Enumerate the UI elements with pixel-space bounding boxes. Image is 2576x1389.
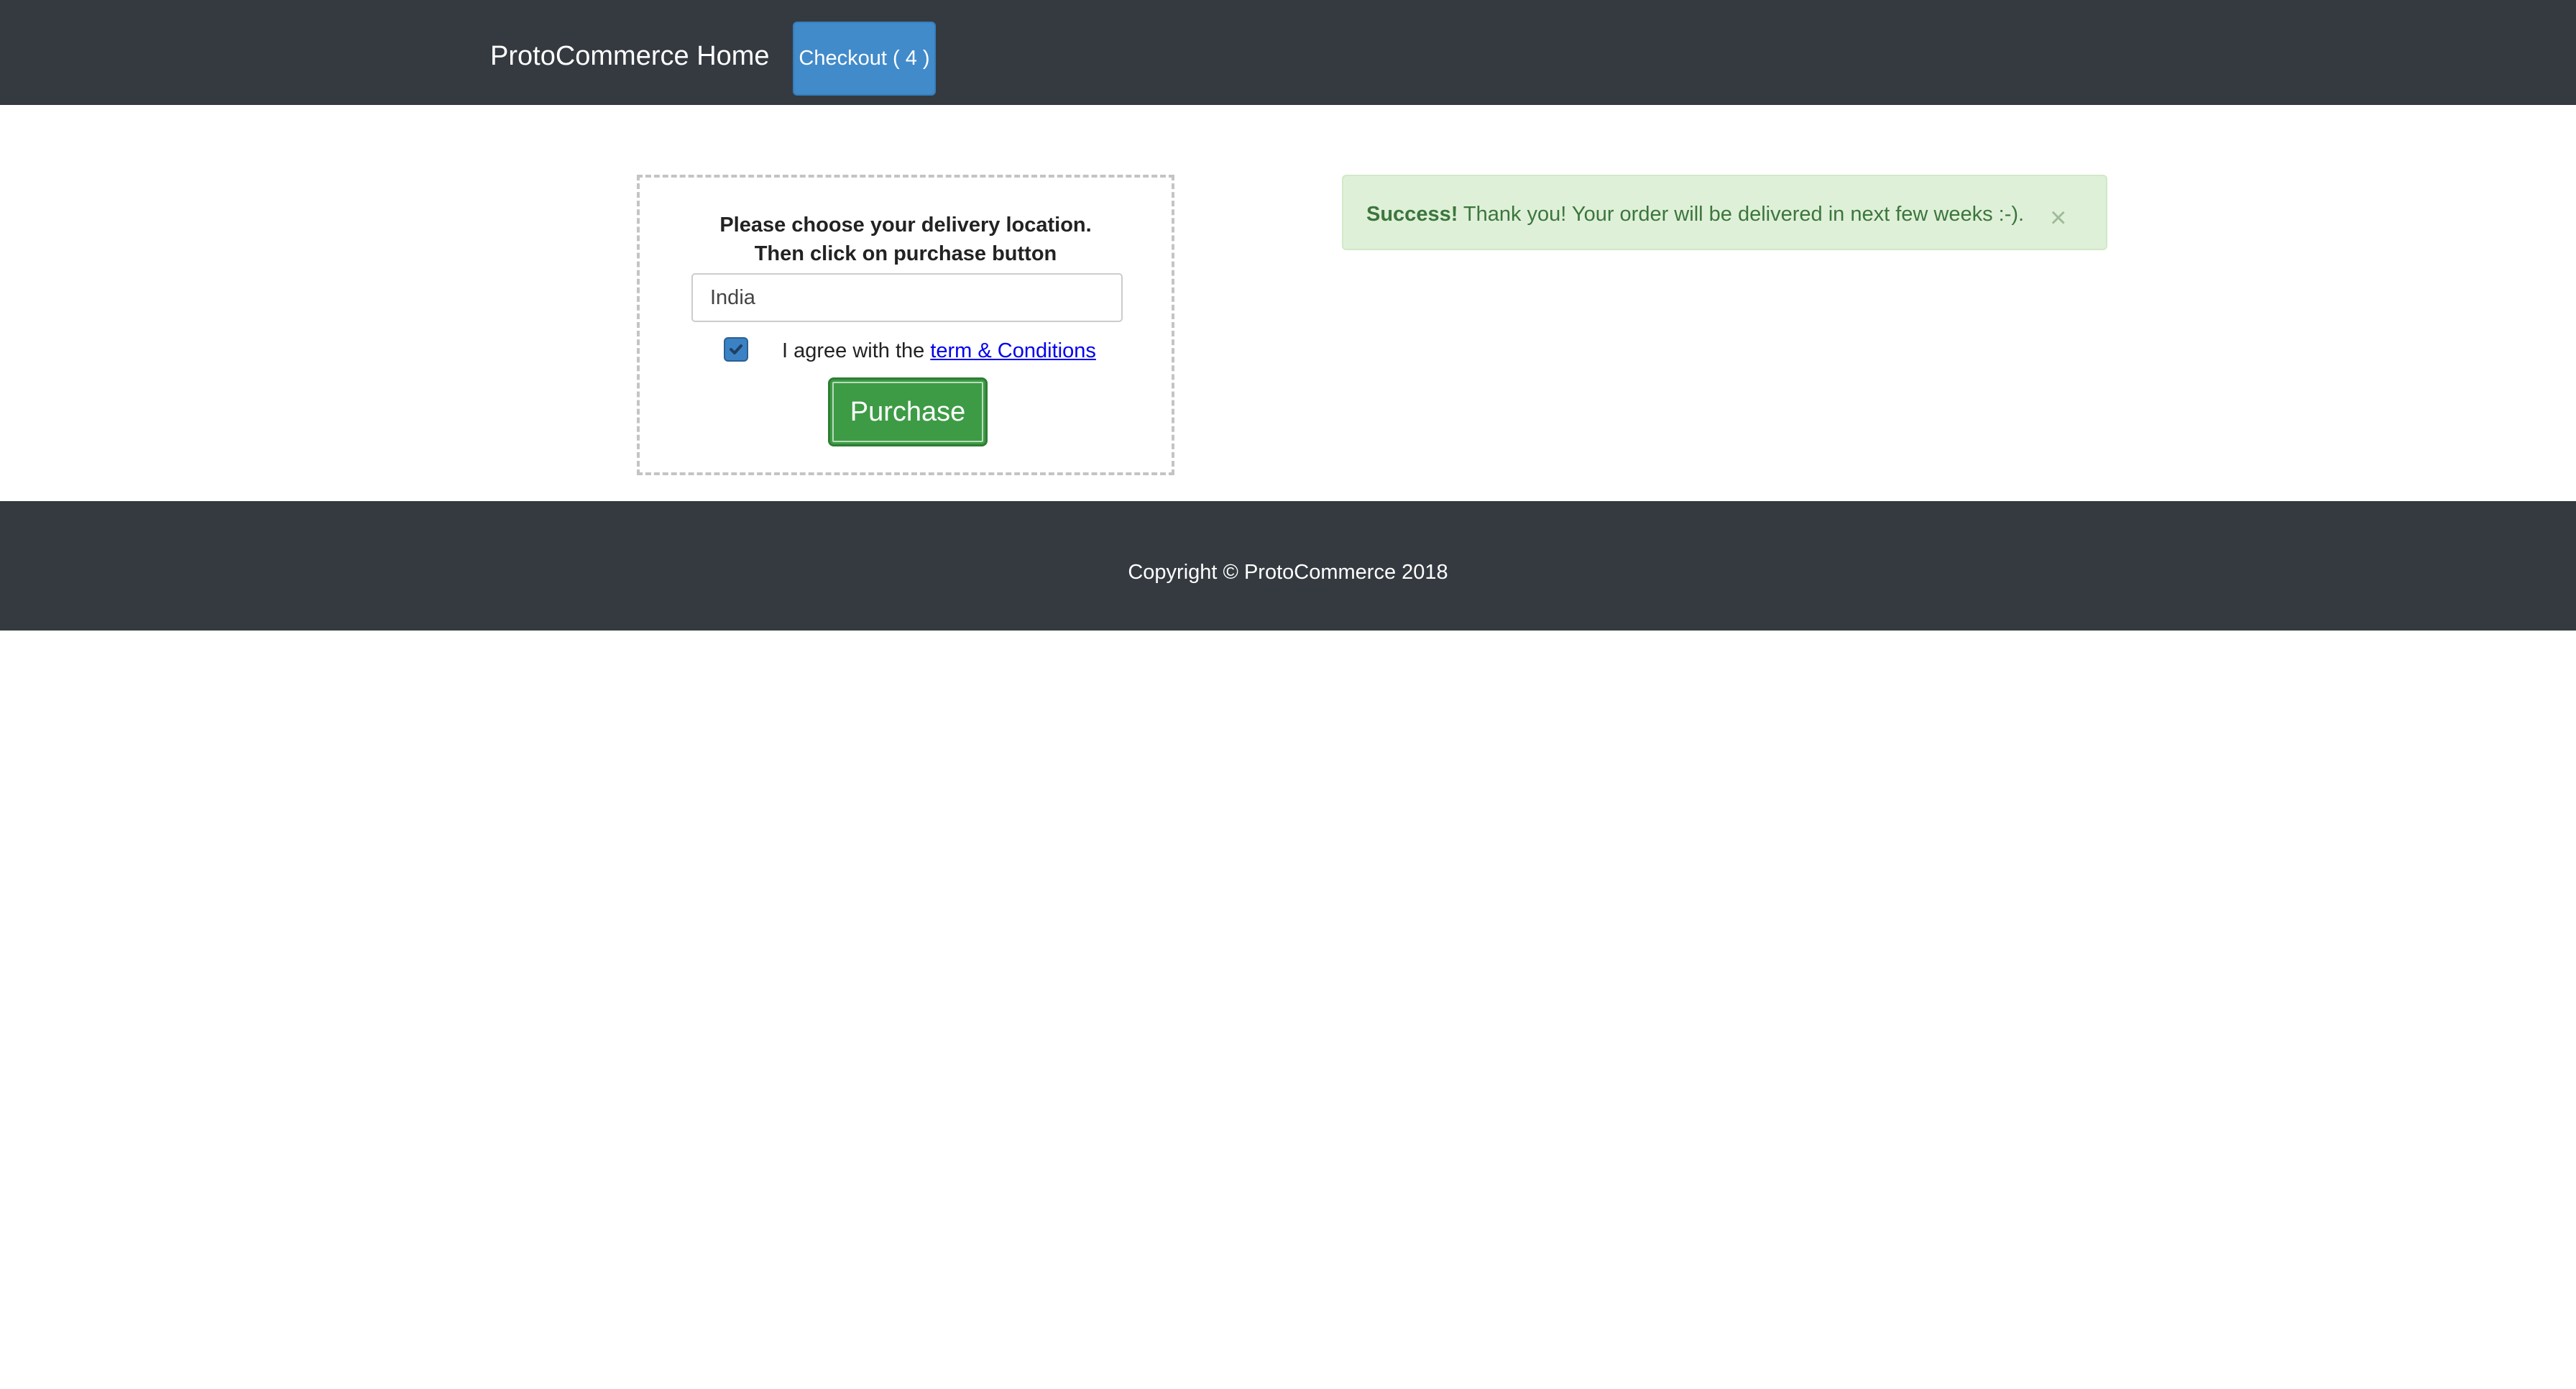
alert-message: Success! Thank you! Your order will be d… xyxy=(1366,201,2024,227)
close-icon[interactable]: × xyxy=(2050,203,2066,232)
purchase-button[interactable]: Purchase xyxy=(828,377,988,446)
footer-copyright: Copyright © ProtoCommerce 2018 xyxy=(1128,561,1448,584)
agree-label: I agree with the term & Conditions xyxy=(782,337,1096,365)
alert-strong: Success! xyxy=(1366,203,1458,226)
country-input[interactable] xyxy=(691,273,1123,322)
alert-text: Thank you! Your order will be delivered … xyxy=(1458,203,2025,226)
delivery-form: Please choose your delivery location. Th… xyxy=(637,175,1174,475)
terms-checkbox[interactable] xyxy=(724,337,748,362)
form-heading-line2: Then click on purchase button xyxy=(754,242,1057,265)
brand-home-link[interactable]: ProtoCommerce Home xyxy=(490,40,770,72)
top-navbar: ProtoCommerce Home Checkout ( 4 ) xyxy=(0,0,2576,105)
form-heading-line1: Please choose your delivery location. xyxy=(719,214,1092,237)
checkmark-icon xyxy=(730,344,742,354)
terms-link[interactable]: term & Conditions xyxy=(930,339,1096,362)
form-heading: Please choose your delivery location. Th… xyxy=(640,211,1172,268)
success-alert: Success! Thank you! Your order will be d… xyxy=(1342,175,2107,250)
checkout-button[interactable]: Checkout ( 4 ) xyxy=(793,22,936,96)
agree-text: I agree with the xyxy=(782,339,931,362)
